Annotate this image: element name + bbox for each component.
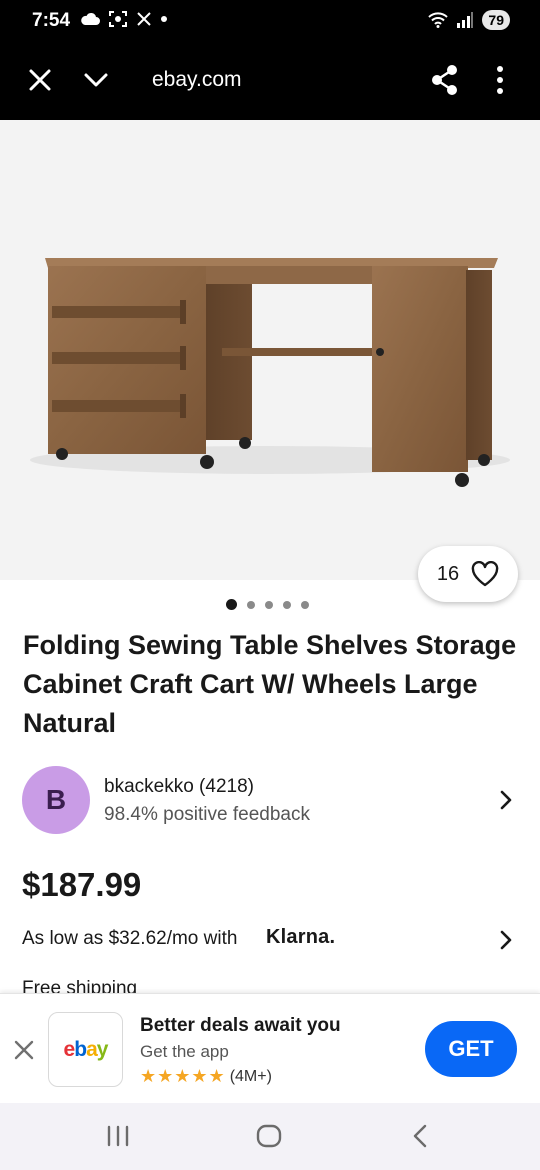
carousel-dot[interactable] xyxy=(265,600,273,609)
chevron-down-icon[interactable] xyxy=(82,66,110,94)
seller-row[interactable]: B bkackekko (4218) 98.4% positive feedba… xyxy=(22,766,522,834)
like-count: 16 xyxy=(436,562,460,585)
close-icon[interactable] xyxy=(12,1038,36,1062)
logo-letter: b xyxy=(74,1037,87,1061)
seller-feedback: 98.4% positive feedback xyxy=(104,804,310,825)
star-rating-icon: ★★★★★ xyxy=(140,1066,226,1086)
more-vert-icon[interactable] xyxy=(488,64,512,96)
avatar: B xyxy=(22,766,90,834)
dot-icon xyxy=(161,16,167,22)
banner-title: Better deals await you xyxy=(140,1015,341,1036)
carousel-dot[interactable] xyxy=(301,600,309,609)
logo-letter: a xyxy=(86,1037,98,1061)
share-icon[interactable] xyxy=(430,64,460,96)
banner-subtitle: Get the app xyxy=(140,1042,229,1061)
carousel-dot[interactable] xyxy=(226,599,237,610)
close-icon[interactable] xyxy=(26,66,54,94)
ebay-logo: ebay xyxy=(48,1012,123,1087)
app-install-banner: ebay Better deals await you Get the app … xyxy=(0,993,540,1103)
app-rating: ★★★★★ (4M+) xyxy=(140,1066,272,1087)
klarna-financing-row[interactable]: As low as $32.62/mo with Klarna. xyxy=(22,926,522,956)
x-logo-icon xyxy=(137,12,151,26)
battery-indicator: 79 xyxy=(482,10,510,30)
status-time: 7:54 xyxy=(32,10,71,31)
seller-name: bkackekko (4218) xyxy=(104,776,254,797)
carousel-indicator xyxy=(226,599,309,610)
carousel-dot[interactable] xyxy=(247,600,255,609)
back-icon[interactable] xyxy=(405,1123,435,1149)
logo-letter: y xyxy=(96,1037,109,1061)
home-icon[interactable] xyxy=(254,1123,284,1149)
listing-title: Folding Sewing Table Shelves Storage Cab… xyxy=(23,630,517,738)
rating-count: (4M+) xyxy=(229,1067,272,1085)
wifi-icon xyxy=(428,12,449,28)
get-app-button[interactable]: GET xyxy=(425,1021,517,1077)
carousel-dot[interactable] xyxy=(283,600,291,609)
status-icons-left xyxy=(80,10,168,28)
chevron-right-icon xyxy=(500,930,512,950)
price: $187.99 xyxy=(22,866,142,903)
cloud-icon xyxy=(81,12,100,25)
status-icons-right: 79 xyxy=(428,10,510,30)
heart-icon xyxy=(471,561,499,587)
klarna-text: As low as $32.62/mo with xyxy=(22,928,238,949)
signal-icon xyxy=(457,12,474,28)
chevron-right-icon xyxy=(500,790,512,810)
screenshot-icon xyxy=(109,11,127,27)
klarna-logo: Klarna. xyxy=(266,926,336,948)
url-text[interactable]: ebay.com xyxy=(152,68,242,92)
sewing-table-illustration xyxy=(30,258,510,487)
watch-button[interactable]: 16 xyxy=(418,546,518,602)
recent-apps-icon[interactable] xyxy=(103,1123,133,1149)
product-image[interactable] xyxy=(0,120,540,580)
system-nav-bar xyxy=(0,1103,540,1170)
browser-toolbar: ebay.com xyxy=(0,44,540,120)
logo-letter: e xyxy=(63,1037,76,1061)
status-bar: 7:54 79 xyxy=(0,0,540,44)
